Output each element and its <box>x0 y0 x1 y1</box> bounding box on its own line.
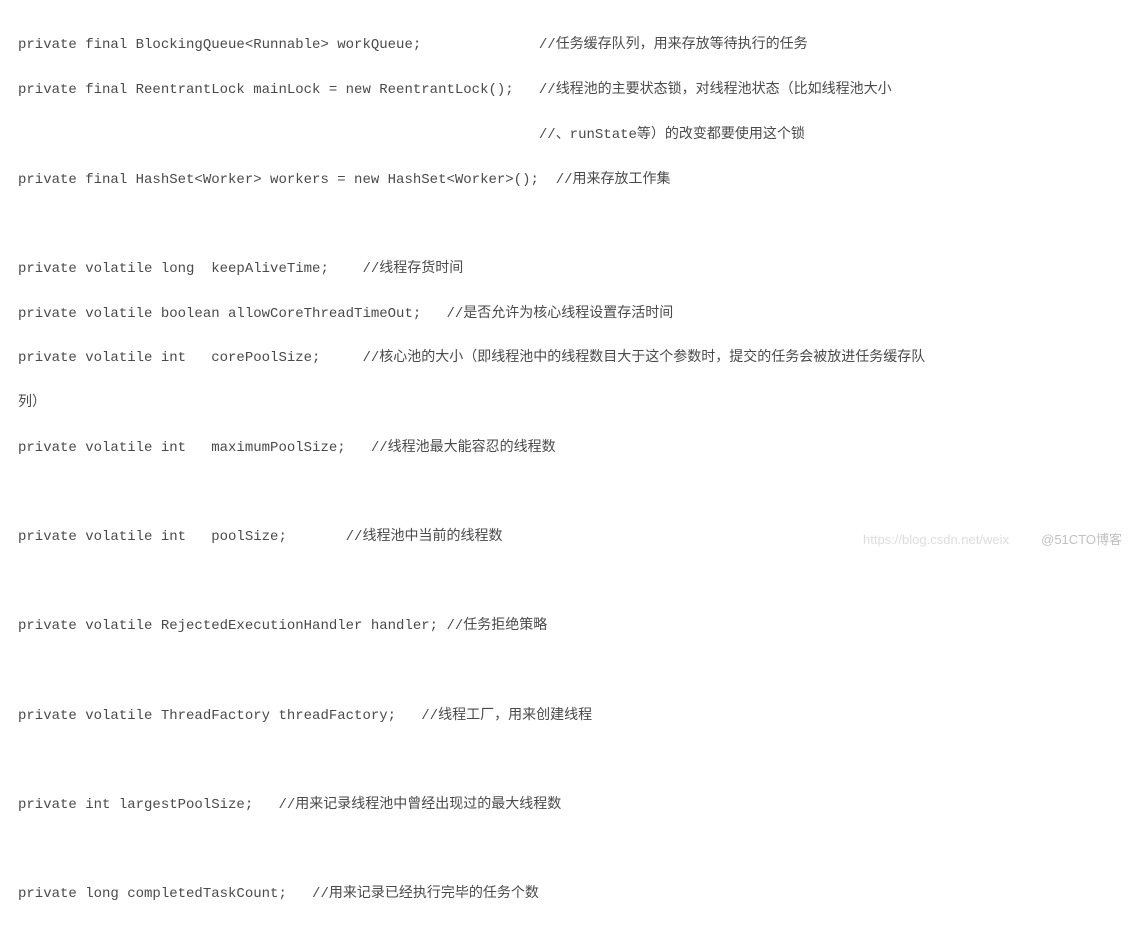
code-line: private volatile int maximumPoolSize; //… <box>18 437 1126 459</box>
code-line <box>18 660 1126 682</box>
code-line: private int largestPoolSize; //用来记录线程池中曾… <box>18 794 1126 816</box>
code-line: 列） <box>18 392 1126 414</box>
code-line: private volatile ThreadFactory threadFac… <box>18 705 1126 727</box>
code-line: private volatile int corePoolSize; //核心池… <box>18 347 1126 369</box>
code-line <box>18 839 1126 861</box>
code-line <box>18 214 1126 236</box>
watermark-csdn: https://blog.csdn.net/weix <box>863 530 1009 551</box>
code-line: private volatile boolean allowCoreThread… <box>18 303 1126 325</box>
code-line <box>18 749 1126 771</box>
watermark-51cto: @51CTO博客 <box>1041 530 1122 551</box>
code-line: private volatile RejectedExecutionHandle… <box>18 615 1126 637</box>
code-line: private final ReentrantLock mainLock = n… <box>18 79 1126 101</box>
code-line: //、runState等）的改变都要使用这个锁 <box>18 124 1126 146</box>
code-line: private final BlockingQueue<Runnable> wo… <box>18 34 1126 56</box>
code-block: private final BlockingQueue<Runnable> wo… <box>18 12 1126 928</box>
code-line <box>18 571 1126 593</box>
code-line: private long completedTaskCount; //用来记录已… <box>18 883 1126 905</box>
code-line <box>18 482 1126 504</box>
code-line: private final HashSet<Worker> workers = … <box>18 169 1126 191</box>
code-line: private volatile long keepAliveTime; //线… <box>18 258 1126 280</box>
